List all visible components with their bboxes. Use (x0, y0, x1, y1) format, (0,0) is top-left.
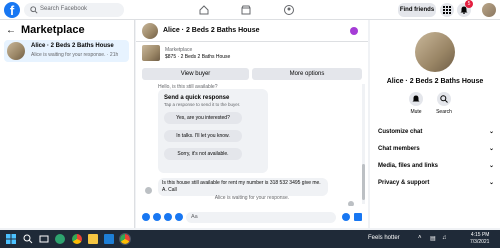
chat-scrollbar[interactable] (362, 84, 365, 204)
menu-button[interactable] (440, 3, 454, 17)
conversation-list-item[interactable]: Alice · 2 Beds 2 Baths House Alice is wa… (4, 40, 129, 62)
media-files-links-row[interactable]: Media, files and links ⌄ (378, 160, 494, 172)
conversation-name: Alice · 2 Beds 2 Baths House (31, 43, 114, 49)
marketplace-sidebar: ← Marketplace Alice · 2 Beds 2 Baths Hou… (0, 20, 135, 228)
bell-icon (412, 95, 420, 102)
waiting-notice: Alice is waiting for your response. (214, 195, 290, 201)
quick-response-option[interactable]: Sorry, it's not available. (164, 148, 242, 160)
quick-response-option[interactable]: Yes, are you interested? (164, 112, 242, 124)
customize-chat-row[interactable]: Customize chat ⌄ (378, 126, 494, 138)
message-thread: Hello, is this still available? Send a q… (136, 84, 368, 206)
privacy-support-row[interactable]: Privacy & support ⌄ (378, 177, 494, 189)
facebook-logo[interactable]: f (4, 2, 20, 18)
find-friends-button[interactable]: Find friends (398, 3, 436, 17)
incoming-message: Is this house still available for rent m… (158, 178, 328, 196)
search-icon[interactable] (23, 234, 33, 244)
weather-widget[interactable]: Feels hotter (368, 235, 400, 241)
top-navigation-bar: f Search Facebook Find friends 5 (0, 0, 500, 20)
home-icon[interactable] (198, 4, 210, 16)
image-icon[interactable] (153, 213, 161, 221)
listing-price-title: $875 · 2 Beds 2 Baths House (165, 54, 231, 60)
groups-icon[interactable] (283, 4, 295, 16)
quick-response-card: Send a quick response Tap a response to … (158, 89, 268, 173)
message-composer: Aa (136, 208, 368, 228)
chevron-down-icon: ⌄ (488, 180, 494, 186)
conversation-status: Alice is waiting for your response. · 21… (31, 52, 119, 58)
file-explorer-icon[interactable] (88, 234, 98, 244)
notification-badge: 5 (465, 0, 473, 8)
chat-header: Alice · 2 Beds 2 Baths House (136, 20, 368, 42)
system-tray-icons[interactable]: ˄ (418, 235, 422, 241)
sticker-icon[interactable] (164, 213, 172, 221)
profile-avatar[interactable] (482, 3, 496, 17)
arrow-left-icon[interactable]: ← (6, 25, 16, 36)
mute-label: Mute (410, 109, 422, 115)
chat-members-row[interactable]: Chat members ⌄ (378, 143, 494, 155)
chevron-down-icon: ⌄ (488, 129, 494, 135)
network-icon[interactable]: ▤ (430, 235, 436, 242)
listing-thumbnail (7, 42, 25, 60)
chrome-icon[interactable] (72, 234, 82, 244)
edge-icon[interactable] (55, 234, 65, 244)
search-input[interactable]: Search Facebook (40, 6, 87, 12)
seen-indicator (348, 201, 354, 206)
chrome-active-icon[interactable] (119, 233, 131, 245)
clock[interactable]: 4:15 PM 7/3/2021 (470, 232, 489, 246)
listing-image (142, 45, 160, 61)
windows-taskbar: Feels hotter ˄ ▤ ♫ 4:15 PM 7/3/2021 (0, 230, 500, 248)
details-title: Alice · 2 Beds 2 Baths House (386, 78, 484, 85)
task-view-icon[interactable] (39, 234, 49, 244)
gif-icon[interactable] (175, 213, 183, 221)
message-input[interactable]: Aa (186, 212, 336, 223)
listing-label: Marketplace (165, 47, 193, 53)
grid-menu-icon (443, 6, 451, 14)
plus-icon[interactable] (142, 213, 150, 221)
quick-response-title: Send a quick response (164, 95, 230, 101)
sender-avatar (145, 187, 152, 194)
chat-info-icon[interactable] (350, 27, 358, 35)
marketplace-icon[interactable] (240, 4, 252, 16)
chevron-down-icon: ⌄ (488, 146, 494, 152)
listing-large-image[interactable] (415, 32, 455, 72)
view-buyer-button[interactable]: View buyer (142, 68, 249, 80)
conversation-details-panel: Alice · 2 Beds 2 Baths House Mute Search… (370, 20, 500, 228)
listing-summary[interactable]: Marketplace $875 · 2 Beds 2 Baths House (136, 42, 368, 67)
quick-response-option[interactable]: In talks. I'll let you know. (164, 130, 242, 142)
chat-avatar[interactable] (142, 23, 158, 39)
search-icon (440, 95, 448, 103)
search-box[interactable]: Search Facebook (24, 3, 124, 17)
store-icon[interactable] (104, 234, 114, 244)
sidebar-title: Marketplace (21, 24, 85, 36)
chat-title[interactable]: Alice · 2 Beds 2 Baths House (163, 27, 259, 34)
windows-start-icon[interactable] (6, 234, 16, 244)
mute-button[interactable] (409, 92, 423, 106)
quick-response-subtitle: Tap a response to send it to the buyer. (164, 102, 241, 107)
like-icon[interactable] (354, 213, 362, 221)
volume-icon[interactable]: ♫ (442, 235, 447, 241)
chat-panel: Alice · 2 Beds 2 Baths House Marketplace… (136, 20, 368, 228)
chevron-down-icon: ⌄ (488, 163, 494, 169)
emoji-icon[interactable] (342, 213, 350, 221)
more-options-button[interactable]: More options (252, 68, 362, 80)
search-conversation-button[interactable] (437, 92, 451, 106)
search-label: Search (436, 109, 452, 115)
search-icon (30, 6, 38, 14)
